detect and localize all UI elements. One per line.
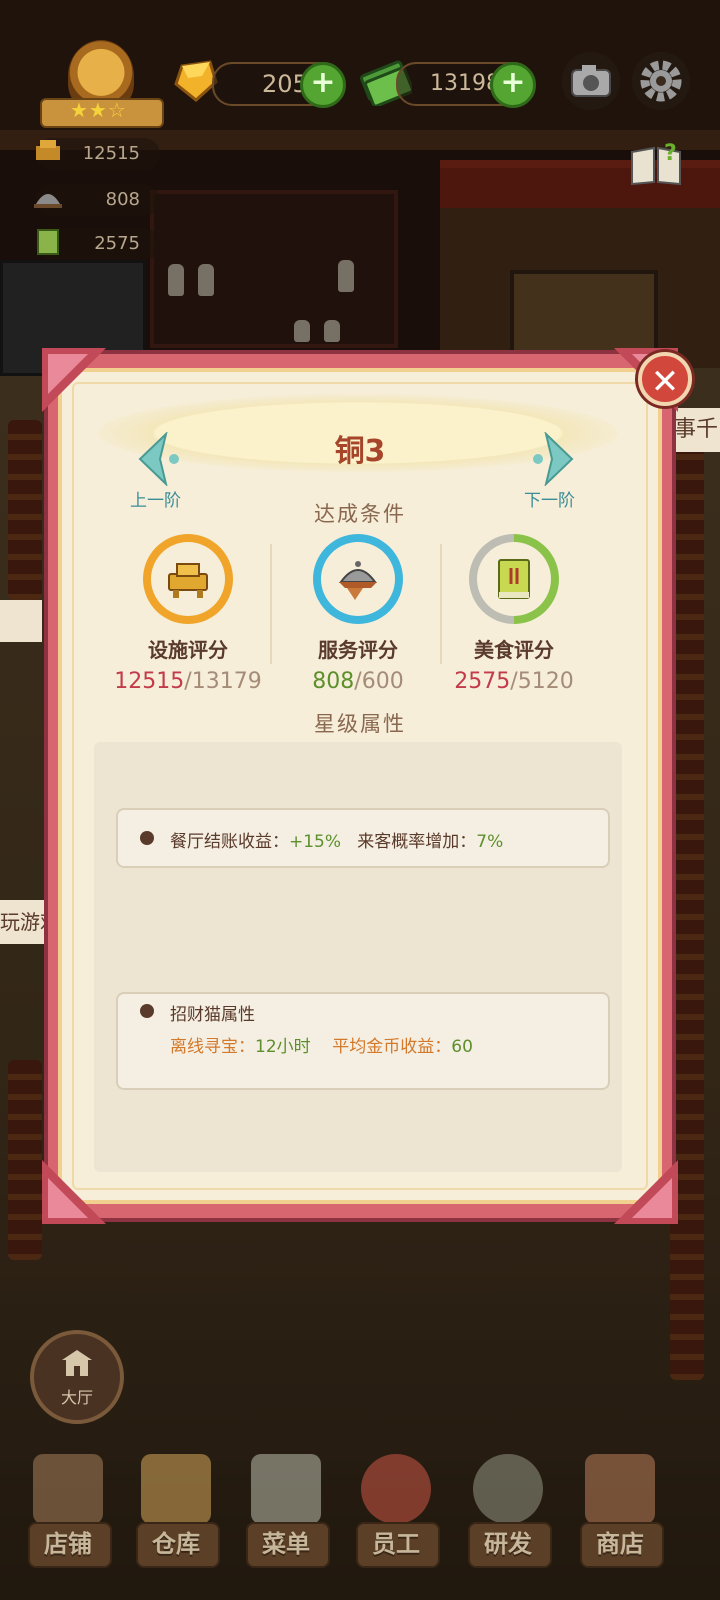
prev-rank-arrow-icon[interactable] bbox=[136, 432, 180, 486]
clipboard-icon bbox=[251, 1454, 321, 1524]
service-score-label: 服务评分 bbox=[318, 638, 398, 662]
nav-shop-front[interactable]: 店铺 bbox=[18, 1440, 118, 1590]
cash-counter: 131987 + bbox=[396, 62, 536, 108]
nav-research[interactable]: 研发 bbox=[458, 1440, 558, 1590]
add-cash-button[interactable]: + bbox=[490, 62, 536, 108]
facility-stat: 12515 bbox=[36, 138, 160, 170]
service-ring bbox=[313, 534, 403, 624]
star-rating-icon: ★★☆ bbox=[70, 98, 127, 122]
wok-icon bbox=[473, 1454, 543, 1524]
svg-text:?: ? bbox=[664, 141, 677, 166]
lucky-cat-attribute-text: 离线寻宝：12小时 平均金币收益：60 bbox=[170, 1037, 473, 1057]
store-icon bbox=[585, 1454, 655, 1524]
food-score-label: 美食评分 bbox=[474, 638, 554, 662]
food-stat-value: 2575 bbox=[94, 233, 140, 254]
nav-label: 商店 bbox=[596, 1530, 644, 1558]
rank-detail-dialog: 铜3 上一阶 下一阶 达成条件 设施评分 12515/13179 服务评分 80… bbox=[42, 348, 678, 1224]
settings-button[interactable] bbox=[632, 52, 690, 110]
recipe-book-icon bbox=[37, 229, 59, 255]
corner-ornament bbox=[614, 1160, 678, 1224]
service-score: 服务评分 808/600 bbox=[268, 534, 448, 694]
food-ring bbox=[469, 534, 559, 624]
facility-score-value: 12515/13179 bbox=[114, 669, 262, 694]
hall-button[interactable]: 大厅 bbox=[30, 1330, 124, 1424]
hall-icon bbox=[62, 1350, 92, 1376]
nav-warehouse[interactable]: 仓库 bbox=[126, 1440, 226, 1590]
attributes-area: 餐厅结账收益：+15% 来客概率增加：7% 招财猫属性 离线寻宝：12小时 平均… bbox=[94, 742, 622, 1172]
facility-score: 设施评分 12515/13179 bbox=[98, 534, 278, 694]
facility-icon bbox=[168, 563, 208, 598]
food-score: 美食评分 2575/5120 bbox=[424, 534, 604, 694]
nav-label: 仓库 bbox=[152, 1530, 200, 1558]
add-gems-button[interactable]: + bbox=[300, 62, 346, 108]
food-score-value: 2575/5120 bbox=[454, 669, 574, 694]
side-play-tag[interactable]: 玩游戏 bbox=[0, 900, 48, 944]
cloche-icon bbox=[339, 561, 377, 600]
facility-score-label: 设施评分 bbox=[148, 638, 228, 662]
facility-stat-value: 12515 bbox=[82, 143, 140, 164]
cloche-icon bbox=[34, 194, 62, 208]
lucky-cat-attribute-box: 招财猫属性 离线寻宝：12小时 平均金币收益：60 bbox=[116, 992, 610, 1090]
bottom-navigation: 店铺 仓库 菜单 员工 研发 商店 bbox=[0, 1440, 720, 1600]
nav-label: 菜单 bbox=[262, 1530, 310, 1558]
nav-menu[interactable]: 菜单 bbox=[236, 1440, 336, 1590]
recipe-book-icon bbox=[498, 559, 530, 599]
camera-icon bbox=[571, 65, 611, 97]
nav-staff[interactable]: 员工 bbox=[346, 1440, 446, 1590]
restaurant-attribute-box: 餐厅结账收益：+15% 来客概率增加：7% bbox=[116, 808, 610, 868]
star-attributes-heading: 星级属性 bbox=[314, 712, 406, 736]
nav-store[interactable]: 商店 bbox=[570, 1440, 670, 1590]
restaurant-attribute-text: 餐厅结账收益：+15% 来客概率增加：7% bbox=[170, 832, 504, 852]
food-stat: 2575 bbox=[36, 228, 160, 260]
hall-label: 大厅 bbox=[60, 1388, 93, 1407]
corner-ornament bbox=[42, 348, 106, 412]
bullet bbox=[140, 1004, 154, 1018]
guide-book-icon[interactable]: ? bbox=[628, 138, 684, 188]
conditions-heading: 达成条件 bbox=[314, 502, 406, 526]
next-rank-arrow-icon[interactable] bbox=[532, 432, 576, 486]
chef-icon bbox=[361, 1454, 431, 1524]
service-score-value: 808/600 bbox=[312, 669, 404, 694]
storefront-icon bbox=[33, 1454, 103, 1524]
nav-label: 研发 bbox=[484, 1530, 532, 1558]
gear-icon bbox=[640, 60, 682, 102]
lucky-cat-title: 招财猫属性 bbox=[170, 1005, 255, 1025]
nav-label: 员工 bbox=[372, 1530, 420, 1558]
camera-button[interactable] bbox=[562, 52, 620, 110]
close-dialog-button[interactable]: ✕ bbox=[638, 352, 692, 406]
facility-icon bbox=[36, 140, 60, 160]
nav-label: 店铺 bbox=[44, 1530, 92, 1558]
rank-badge[interactable]: ★★☆ bbox=[40, 40, 164, 130]
facility-ring bbox=[143, 534, 233, 624]
bullet bbox=[140, 831, 154, 845]
top-hud: ★★☆ 205 + 131987 + 12515 808 2575 ? bbox=[0, 0, 720, 260]
gem-counter: 205 + bbox=[212, 62, 346, 108]
crate-icon bbox=[141, 1454, 211, 1524]
side-panel-tab[interactable] bbox=[0, 600, 42, 642]
service-stat-value: 808 bbox=[105, 189, 140, 210]
service-stat: 808 bbox=[34, 184, 160, 216]
